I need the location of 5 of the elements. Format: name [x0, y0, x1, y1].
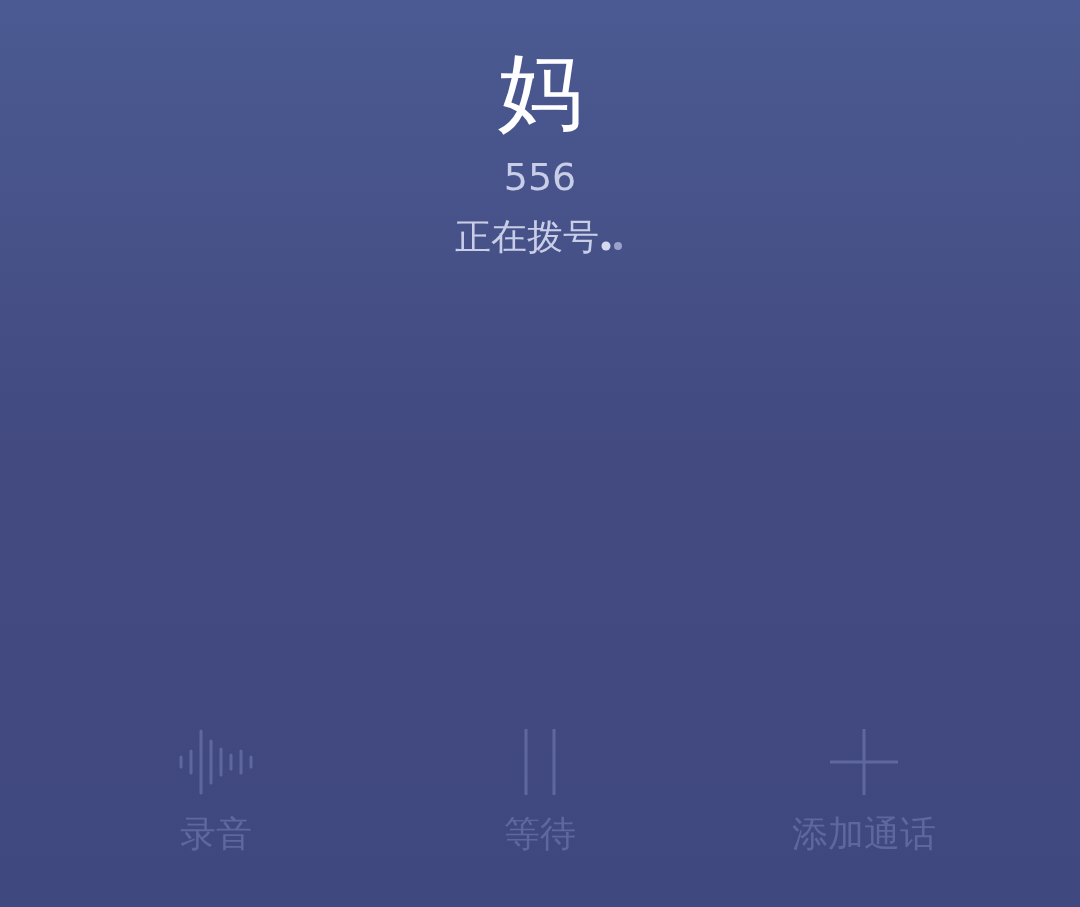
waveform-icon: [177, 727, 255, 797]
dots-icon: [601, 240, 625, 252]
contact-name: 妈: [498, 42, 582, 142]
phone-number: 556: [503, 154, 577, 200]
call-status: 正在拨号: [455, 215, 599, 259]
